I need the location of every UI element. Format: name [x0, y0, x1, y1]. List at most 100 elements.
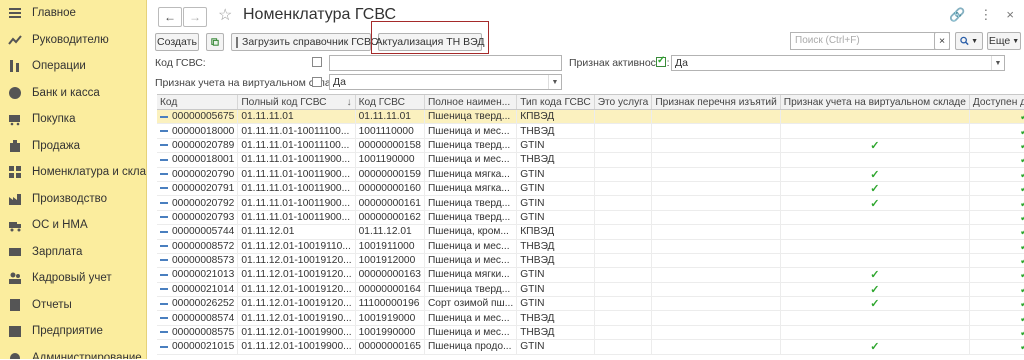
link-icon[interactable]: 🔗 — [949, 7, 965, 23]
virtual-checkbox[interactable] — [312, 77, 322, 87]
type-cell: ТНВЭД — [516, 325, 595, 341]
table-row[interactable]: 00000021013 01.11.12.01-10019120... 000000… — [157, 267, 1024, 283]
sidebar-item-label: Производство — [32, 192, 107, 205]
column-header[interactable]: Код ГСВС — [355, 95, 425, 110]
column-header[interactable]: Полный код ГСВС ↓ — [237, 95, 356, 110]
available-check-icon: ✓ — [969, 167, 1024, 182]
sidebar-item-10[interactable]: Кадровый учет — [0, 265, 146, 292]
column-header[interactable]: Признак перечня изъятий — [651, 95, 781, 110]
service-cell — [594, 138, 653, 154]
sidebar-item-0[interactable]: Главное — [0, 0, 146, 27]
chevron-down-icon[interactable]: ▼ — [991, 56, 1004, 70]
gsvs-code-cell: 01.11.11.01 — [355, 109, 425, 125]
load-directory-button[interactable]: Загрузить справочник ГСВС ▼ — [231, 33, 389, 51]
table-row[interactable]: 00000018001 01.11.11.01-10011900... 100119… — [157, 152, 1024, 168]
search-input[interactable]: Поиск (Ctrl+F) — [790, 32, 950, 50]
name-cell: Сорт озимой пш... — [424, 296, 518, 312]
sidebar-item-6[interactable]: Номенклатура и склад — [0, 159, 146, 186]
sidebar-item-12[interactable]: Предприятие — [0, 318, 146, 345]
table-row[interactable]: 00000008574 01.11.12.01-10019190... 100191… — [157, 310, 1024, 326]
more-icon[interactable]: ⋮ — [979, 7, 992, 23]
sidebar-item-label: Продажа — [32, 139, 80, 152]
table-row[interactable]: 00000018000 01.11.11.01-10011100... 100111… — [157, 123, 1024, 139]
close-icon[interactable]: × — [1006, 7, 1014, 23]
service-cell — [594, 325, 653, 341]
copy-button[interactable] — [206, 33, 224, 51]
table-row[interactable]: 00000005744 01.11.12.01 01.11.12.01 Пшеница… — [157, 224, 1024, 240]
star-icon[interactable]: ☆ — [218, 5, 232, 25]
sidebar-item-label: Кадровый учет — [32, 272, 112, 285]
item-marker-icon — [160, 201, 168, 204]
table-row[interactable]: 00000008572 01.11.12.01-10019110... 100191… — [157, 239, 1024, 254]
clear-search-button[interactable]: × — [934, 32, 950, 50]
item-marker-icon — [160, 245, 168, 248]
sidebar-item-7[interactable]: Производство — [0, 186, 146, 213]
activity-select[interactable]: Да ▼ — [671, 55, 1005, 71]
full-code-cell: 01.11.12.01-10019900... — [237, 339, 356, 355]
exemption-cell — [651, 325, 781, 341]
chevron-down-icon[interactable]: ▼ — [548, 75, 561, 89]
table-row[interactable]: 00000020791 01.11.11.01-10011900... 000000… — [157, 181, 1024, 197]
virtual-check-icon — [780, 109, 970, 125]
sidebar-item-13[interactable]: Администрирование — [0, 345, 146, 359]
column-header[interactable]: Доступен для выбора — [969, 95, 1024, 110]
table-row[interactable]: 00000020790 01.11.11.01-10011900... 000000… — [157, 167, 1024, 182]
sidebar-item-2[interactable]: Операции — [0, 53, 146, 80]
more-button[interactable]: Еще ▼ — [987, 32, 1021, 50]
service-cell — [594, 123, 653, 139]
sidebar-item-8[interactable]: ОС и НМА — [0, 212, 146, 239]
code-filter-label: Код ГСВС: — [155, 57, 206, 69]
code-cell: 00000021015 — [157, 339, 239, 355]
search-button[interactable]: ▼ — [955, 32, 983, 50]
virtual-check-icon: ✓ — [780, 296, 970, 312]
virtual-select[interactable]: Да ▼ — [329, 74, 562, 90]
exemption-cell — [651, 181, 781, 197]
column-header[interactable]: Это услуга — [594, 95, 653, 110]
table-row[interactable]: 00000026252 01.11.12.01-10019120... 111000… — [157, 296, 1024, 312]
virtual-check-icon: ✓ — [780, 138, 970, 154]
forward-button[interactable]: → — [183, 7, 207, 27]
table-row[interactable]: 00000020789 01.11.11.01-10011100... 000000… — [157, 138, 1024, 154]
available-check-icon: ✓ — [969, 210, 1024, 226]
table-row[interactable]: 00000020793 01.11.11.01-10011900... 000000… — [157, 210, 1024, 226]
table-row[interactable]: 00000021015 01.11.12.01-10019900... 000000… — [157, 339, 1024, 355]
gsvs-code-cell: 00000000163 — [355, 267, 425, 283]
bag-icon — [8, 139, 22, 153]
service-cell — [594, 253, 653, 269]
column-header[interactable]: Признак учета на виртуальном складе — [780, 95, 970, 110]
create-button[interactable]: Создать — [155, 33, 199, 51]
name-cell: Пшеница тверд... — [424, 138, 518, 154]
name-cell: Пшеница и мес... — [424, 253, 518, 269]
activity-checkbox[interactable]: ✓ — [656, 55, 666, 67]
column-header[interactable]: Полное наимен... — [424, 95, 518, 110]
exemption-cell — [651, 282, 781, 298]
sidebar-item-11[interactable]: Отчеты — [0, 292, 146, 319]
column-header[interactable]: Код — [157, 95, 239, 110]
table-row[interactable]: 00000005675 01.11.11.01 01.11.11.01 Пшеница… — [157, 109, 1024, 125]
table-row[interactable]: 00000008575 01.11.12.01-10019900... 100199… — [157, 325, 1024, 341]
item-marker-icon — [160, 273, 168, 276]
sidebar-item-9[interactable]: Зарплата — [0, 239, 146, 266]
table-row[interactable]: 00000008573 01.11.12.01-10019120... 100191… — [157, 253, 1024, 269]
back-button[interactable]: ← — [158, 7, 182, 27]
table-row[interactable]: 00000021014 01.11.12.01-10019120... 000000… — [157, 282, 1024, 298]
gsvs-code-cell: 1001110000 — [355, 123, 425, 139]
exemption-cell — [651, 123, 781, 139]
code-filter-field[interactable] — [329, 55, 562, 71]
virtual-check-icon: ✓ — [780, 282, 970, 298]
sidebar-item-4[interactable]: Покупка — [0, 106, 146, 133]
bank-icon — [8, 86, 22, 100]
sidebar-item-5[interactable]: Продажа — [0, 133, 146, 160]
type-cell: GTIN — [516, 296, 595, 312]
column-header[interactable]: Тип кода ГСВС — [516, 95, 595, 110]
sidebar-item-3[interactable]: Банк и касса — [0, 80, 146, 107]
activity-filter-label: Признак активности: — [569, 57, 670, 69]
sidebar-item-1[interactable]: Руководителю — [0, 27, 146, 54]
name-cell: Пшеница и мес... — [424, 310, 518, 326]
code-filter-checkbox[interactable] — [312, 57, 322, 67]
table-row[interactable]: 00000020792 01.11.11.01-10011900... 000000… — [157, 195, 1024, 211]
type-cell: ТНВЭД — [516, 123, 595, 139]
type-cell: КПВЭД — [516, 224, 595, 240]
item-marker-icon — [160, 115, 168, 118]
virtual-check-icon — [780, 224, 970, 240]
